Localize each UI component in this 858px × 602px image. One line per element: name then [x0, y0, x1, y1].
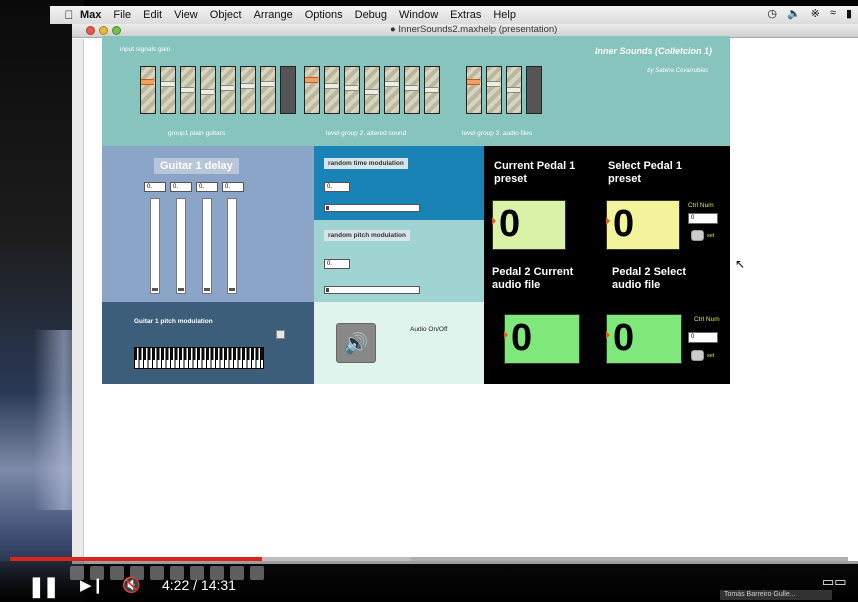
gain-slider[interactable] [404, 66, 420, 114]
delay-number-box[interactable]: 0. [196, 182, 218, 192]
select-preset-label: Select Pedal 1 preset [608, 160, 682, 185]
window-title: ● InnerSounds2.maxhelp (presentation) [390, 24, 558, 35]
delay-title: Guitar 1 delay [154, 158, 239, 174]
set-label: set [707, 353, 715, 359]
delay-slider[interactable] [227, 198, 237, 294]
current-preset-value: 0 [492, 200, 566, 250]
ctrl-num-label: Ctrl Num [694, 316, 720, 323]
gain-slider[interactable] [160, 66, 176, 114]
random-time-label: random time modulation [324, 158, 408, 169]
gain-slider[interactable] [384, 66, 400, 114]
group2-label: level group 2. altered sound [326, 130, 407, 137]
menu-file[interactable]: File [113, 9, 131, 21]
progress-played[interactable] [10, 557, 263, 561]
delay-slider[interactable] [150, 198, 160, 294]
menu-help[interactable]: Help [493, 9, 516, 21]
menu-extras[interactable]: Extras [450, 9, 481, 21]
mouse-cursor-icon: ↖ [735, 257, 746, 271]
select-audio-label: Pedal 2 Select audio file [612, 266, 686, 291]
wifi-icon[interactable]: ≈ [830, 7, 836, 20]
delay-slider[interactable] [176, 198, 186, 294]
random-pitch-slider[interactable] [324, 286, 420, 294]
ctrl-num-box[interactable]: 0 [688, 332, 718, 343]
zoom-button[interactable] [112, 26, 121, 35]
patch-title: Inner Sounds (Colletcion 1) [594, 46, 712, 56]
pause-icon[interactable]: ❚❚ [28, 574, 59, 599]
menu-arrange[interactable]: Arrange [254, 9, 293, 21]
current-audio-value: 0 [504, 314, 580, 364]
clock-icon[interactable]: ◷ [767, 7, 777, 20]
time-display: 4:22 / 14:31 [162, 577, 236, 593]
ctrl-num-label: Ctrl Num [688, 202, 714, 209]
dock-app-icon[interactable] [250, 566, 264, 580]
set-label: set [707, 233, 715, 239]
window-edge [72, 39, 84, 564]
menu-object[interactable]: Object [210, 9, 242, 21]
pitch-mod-panel [102, 302, 314, 384]
piano-keyboard[interactable] [134, 347, 264, 369]
screen:  Max File Edit View Object Arrange Opti… [0, 0, 858, 602]
close-button[interactable] [86, 26, 95, 35]
gain-slider[interactable] [424, 66, 440, 114]
minimize-button[interactable] [99, 26, 108, 35]
audio-onoff-label: Audio On/Off [410, 326, 448, 333]
delay-number-box[interactable]: 0. [170, 182, 192, 192]
window-title-text: InnerSounds2.maxhelp (presentation) [398, 24, 558, 35]
fullscreen-icon[interactable]: ▭▭ [822, 574, 847, 590]
menubar-status: ◷ 🔈 ※ ≈ ▮ [767, 7, 852, 20]
current-preset-label: Current Pedal 1 preset [494, 160, 576, 185]
menu-debug[interactable]: Debug [355, 9, 387, 21]
pitch-mod-toggle[interactable] [276, 330, 285, 339]
menu-window[interactable]: Window [399, 9, 438, 21]
select-preset-value[interactable]: 0 [606, 200, 680, 250]
group1-label: group1 plain guitars [168, 130, 226, 137]
volume-icon[interactable]: 🔈 [787, 7, 801, 20]
gain-slider[interactable] [364, 66, 380, 114]
mute-icon[interactable]: 🔇 [122, 576, 141, 594]
current-audio-label: Pedal 2 Current audio file [492, 266, 574, 291]
random-pitch-label: random pitch modulation [324, 230, 410, 241]
menubar:  Max File Edit View Object Arrange Opti… [50, 6, 858, 24]
apple-icon[interactable]:  [58, 8, 80, 22]
menu-max[interactable]: Max [80, 9, 101, 21]
random-time-slider[interactable] [324, 204, 420, 212]
gain-slider[interactable] [200, 66, 216, 114]
gain-slider[interactable] [506, 66, 522, 114]
gain-slider[interactable] [304, 66, 320, 114]
gain-slider[interactable] [486, 66, 502, 114]
ctrl-num-box[interactable]: 0 [688, 213, 718, 224]
next-icon[interactable]: ▶❙ [80, 576, 104, 594]
bluetooth-icon[interactable]: ※ [811, 7, 820, 20]
set-button[interactable] [691, 350, 704, 361]
gain-panel: input signals gain Inner Sounds (Colletc… [102, 36, 730, 146]
gain-slider[interactable] [140, 66, 156, 114]
pitch-mod-label: Guitar 1 pitch modulation [134, 318, 213, 325]
set-button[interactable] [691, 230, 704, 241]
gain-slider[interactable] [280, 66, 296, 114]
menu-options[interactable]: Options [305, 9, 343, 21]
battery-icon[interactable]: ▮ [846, 7, 852, 20]
patch-author: by Sabina Covarrubias [647, 68, 708, 74]
select-audio-value[interactable]: 0 [606, 314, 682, 364]
gain-slider[interactable] [466, 66, 482, 114]
group3-label: level group 3. audio files [462, 130, 533, 137]
gain-slider[interactable] [240, 66, 256, 114]
taskbar-item[interactable]: Tomás Barreiro Gulle... [720, 590, 832, 600]
max-window: ● InnerSounds2.maxhelp (presentation) in… [72, 24, 858, 564]
menu-edit[interactable]: Edit [143, 9, 162, 21]
input-gain-label: input signals gain [120, 46, 171, 53]
gain-slider[interactable] [526, 66, 542, 114]
random-pitch-number[interactable]: 0. [324, 259, 350, 269]
gain-slider[interactable] [180, 66, 196, 114]
delay-number-box[interactable]: 0. [222, 182, 244, 192]
gain-slider[interactable] [344, 66, 360, 114]
gain-slider[interactable] [260, 66, 276, 114]
delay-number-box[interactable]: 0. [144, 182, 166, 192]
menu-view[interactable]: View [174, 9, 198, 21]
speaker-icon[interactable]: 🔊 [336, 323, 376, 363]
gain-slider[interactable] [220, 66, 236, 114]
random-time-number[interactable]: 0. [324, 182, 350, 192]
gain-slider[interactable] [324, 66, 340, 114]
delay-slider[interactable] [202, 198, 212, 294]
